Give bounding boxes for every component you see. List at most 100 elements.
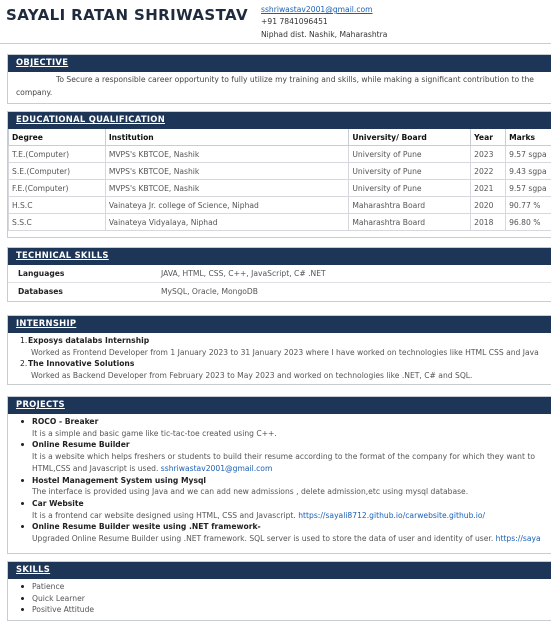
internship-header: INTERNSHIP [8,316,551,333]
objective-line-2: company. [16,87,551,100]
project-link[interactable]: https://sayali8712.github.io/carwebsite.… [298,511,485,520]
project-title: Car Website [8,498,551,510]
tech-row-databases: Databases MySQL, Oracle, MongoDB [8,283,551,300]
skills-heading: SKILLS [16,564,50,574]
project-desc-text: Upgraded Online Resume Builder using .NE… [32,534,496,543]
phone-number: +91 7841096451 [261,16,387,28]
table-row: T.E.(Computer) MVPS's KBTCOE, Nashik Uni… [9,146,551,163]
table-row: S.S.C Vainateya Vidyalaya, Niphad Mahara… [9,214,551,231]
cell-marks: 9.57 sgpa [506,180,551,197]
project-desc-text: It is a frontend car website designed us… [32,511,298,520]
header-divider [0,43,551,44]
technical-heading: TECHNICAL SKILLS [16,250,109,260]
objective-line-1: To Secure a responsible career opportuni… [16,74,551,87]
skills-section: SKILLS Patience Quick Learner Positive A… [7,561,551,621]
education-table: Degree Institution University/ Board Yea… [8,129,551,231]
cell-institution: Vainateya Vidyalaya, Niphad [105,214,349,231]
bullet-icon [21,585,24,588]
project-title: Online Resume Builder wesite using .NET … [8,521,551,533]
list-item: Hostel Management System using Mysql The… [8,475,551,498]
cell-university: University of Pune [349,180,471,197]
project-title: Hostel Management System using Mysql [8,475,551,487]
cell-year: 2021 [471,180,506,197]
candidate-name: SAYALI RATAN SHRIWASTAV [6,6,248,24]
project-link[interactable]: sshriwastav2001@gmail.com [161,464,273,473]
education-heading: EDUCATIONAL QUALIFICATION [16,114,165,124]
project-desc: Upgraded Online Resume Builder using .NE… [8,533,551,545]
project-link[interactable]: https://saya [496,534,541,543]
cell-year: 2018 [471,214,506,231]
col-degree: Degree [9,129,106,146]
cell-year: 2020 [471,197,506,214]
internship-title: Exposys datalabs Internship [8,335,551,347]
internship-desc: Worked as Frontend Developer from 1 Janu… [8,347,551,359]
cell-institution: MVPS's KBTCOE, Nashik [105,163,349,180]
project-desc: It is a website which helps freshers or … [8,451,551,463]
education-section: EDUCATIONAL QUALIFICATION Degree Institu… [7,111,551,238]
projects-heading: PROJECTS [16,399,65,409]
list-item: Online Resume Builder It is a website wh… [8,439,551,474]
list-item: Quick Learner [8,593,551,605]
tech-value: MySQL, Oracle, MongoDB [161,287,258,296]
education-header-row: Degree Institution University/ Board Yea… [9,129,551,146]
education-header: EDUCATIONAL QUALIFICATION [8,112,551,129]
list-item: 1. Exposys datalabs Internship Worked as… [8,335,551,358]
cell-degree: S.E.(Computer) [9,163,106,180]
list-item: Positive Attitude [8,604,551,616]
col-year: Year [471,129,506,146]
bullet-icon [21,420,24,423]
project-desc: It is a simple and basic game like tic-t… [8,428,551,440]
tech-row-languages: Languages JAVA, HTML, CSS, C++, JavaScri… [8,265,551,283]
projects-section: PROJECTS ROCO - Breaker It is a simple a… [7,396,551,554]
cell-university: University of Pune [349,146,471,163]
table-row: F.E.(Computer) MVPS's KBTCOE, Nashik Uni… [9,180,551,197]
skill-item: Patience [8,581,551,593]
project-desc-line-2: HTML,CSS and Javascript is used. sshriwa… [8,463,551,475]
list-item: Online Resume Builder wesite using .NET … [8,521,551,544]
technical-section: TECHNICAL SKILLS Languages JAVA, HTML, C… [7,247,551,302]
project-title: ROCO - Breaker [8,416,551,428]
item-number: 2. [20,358,27,370]
skills-header: SKILLS [8,562,551,579]
cell-marks: 96.80 % [506,214,551,231]
internship-title: The Innovative Solutions [8,358,551,370]
col-institution: Institution [105,129,349,146]
cell-degree: H.S.C [9,197,106,214]
bullet-icon [21,502,24,505]
bullet-icon [21,597,24,600]
table-row: S.E.(Computer) MVPS's KBTCOE, Nashik Uni… [9,163,551,180]
cell-degree: F.E.(Computer) [9,180,106,197]
skill-item: Positive Attitude [8,604,551,616]
objective-header: OBJECTIVE [8,55,551,72]
objective-heading: OBJECTIVE [16,57,68,67]
objective-section: OBJECTIVE To Secure a responsible career… [7,54,551,104]
internship-heading: INTERNSHIP [16,318,76,328]
email-link[interactable]: sshriwastav2001@gmail.com [261,5,373,14]
cell-degree: T.E.(Computer) [9,146,106,163]
project-desc: The interface is provided using Java and… [8,486,551,498]
cell-university: Maharashtra Board [349,197,471,214]
tech-value: JAVA, HTML, CSS, C++, JavaScript, C# .NE… [161,269,326,278]
cell-university: University of Pune [349,163,471,180]
internship-desc: Worked as Backend Developer from Februar… [8,370,551,382]
contact-block: sshriwastav2001@gmail.com +91 7841096451… [261,4,387,41]
project-desc-text: HTML,CSS and Javascript is used. [32,464,161,473]
tech-key: Databases [18,287,63,296]
item-number: 1. [20,335,27,347]
project-desc: It is a frontend car website designed us… [8,510,551,522]
tech-key: Languages [18,269,64,278]
list-item: Car Website It is a frontend car website… [8,498,551,521]
projects-list: ROCO - Breaker It is a simple and basic … [8,414,551,545]
list-item: Patience [8,581,551,593]
cell-year: 2023 [471,146,506,163]
bullet-icon [21,479,24,482]
internship-list: 1. Exposys datalabs Internship Worked as… [8,333,551,382]
table-row: H.S.C Vainateya Jr. college of Science, … [9,197,551,214]
cell-university: Maharashtra Board [349,214,471,231]
skills-list: Patience Quick Learner Positive Attitude [8,579,551,616]
list-item: 2. The Innovative Solutions Worked as Ba… [8,358,551,381]
internship-section: INTERNSHIP 1. Exposys datalabs Internshi… [7,315,551,385]
objective-text: To Secure a responsible career opportuni… [8,72,551,99]
cell-institution: Vainateya Jr. college of Science, Niphad [105,197,349,214]
project-title: Online Resume Builder [8,439,551,451]
